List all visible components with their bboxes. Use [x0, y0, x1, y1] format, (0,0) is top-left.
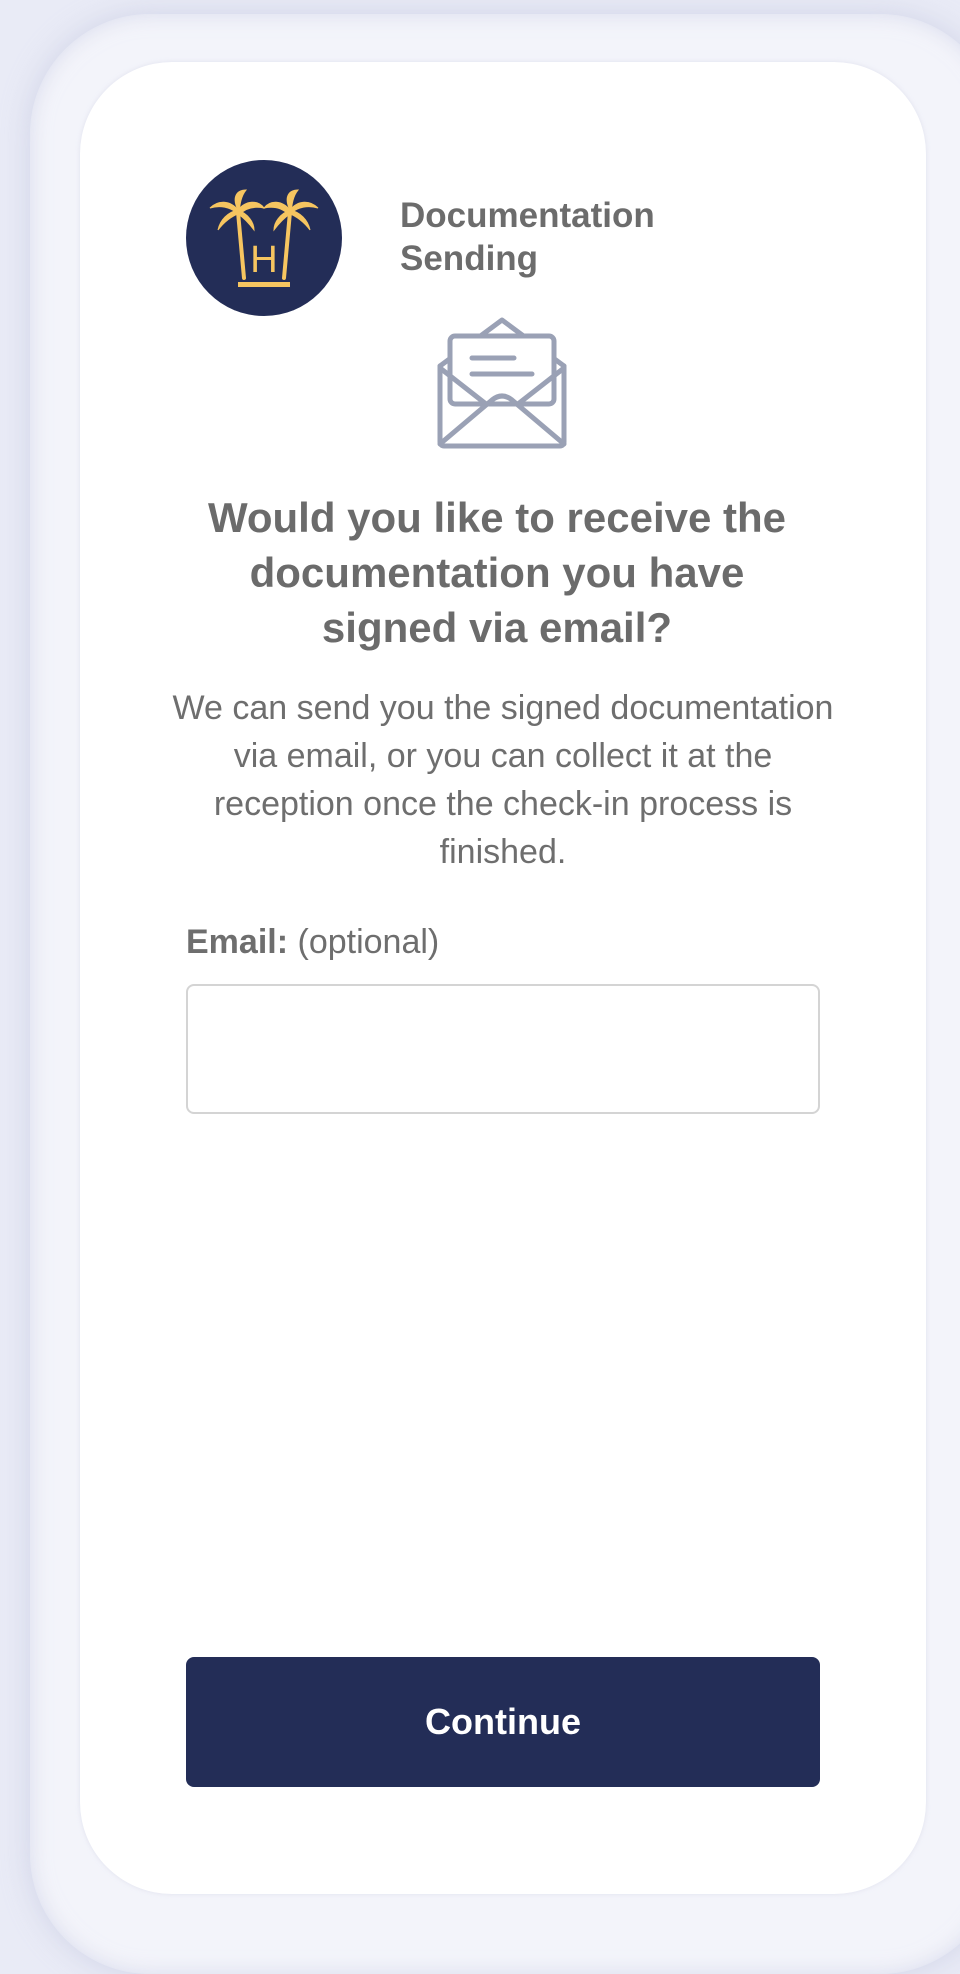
question-heading: Would you like to receive the documentat…	[207, 494, 787, 651]
palm-trees-icon: H	[209, 189, 319, 287]
open-envelope-icon	[436, 316, 568, 450]
continue-button[interactable]: Continue	[186, 1657, 820, 1787]
description-text: We can send you the signed documentation…	[172, 689, 834, 871]
logo-letter: H	[250, 239, 277, 281]
email-label-text: Email:	[186, 923, 289, 961]
email-optional-text: (optional)	[297, 923, 440, 961]
hotel-logo: H	[186, 160, 342, 316]
email-label: Email: (optional)	[186, 918, 439, 966]
page-title: Documentation Sending	[400, 196, 655, 278]
email-field[interactable]	[186, 984, 820, 1114]
